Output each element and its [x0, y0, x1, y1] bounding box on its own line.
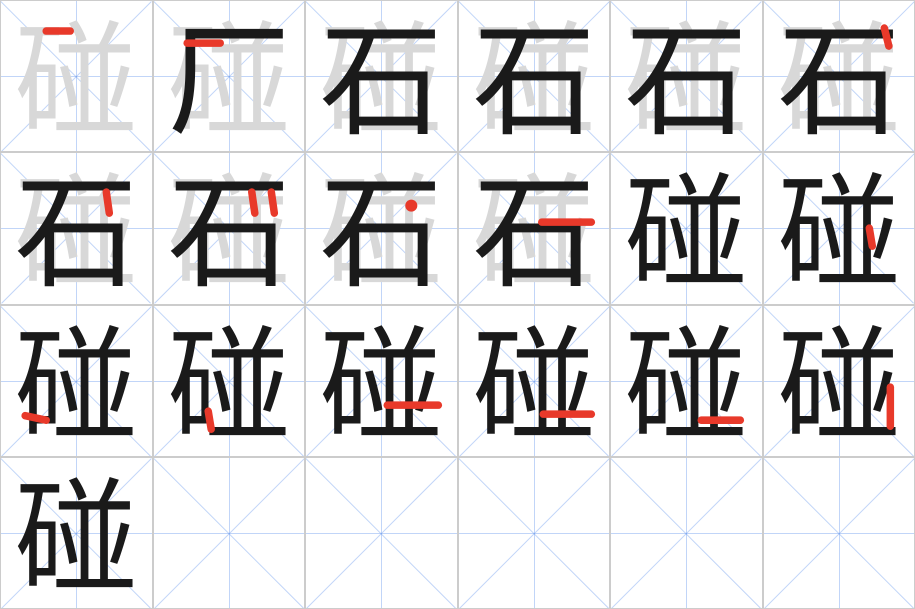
- stroke-svg-9: 碰石: [306, 153, 457, 303]
- cell-21: [305, 457, 458, 609]
- svg-text:碰: 碰: [472, 319, 595, 456]
- stroke-svg-8: 碰石: [154, 153, 305, 303]
- cell-10: 碰石: [458, 152, 611, 304]
- cell-17: 碰: [610, 305, 763, 457]
- cell-20: [153, 457, 306, 609]
- stroke-order-grid: 碰 碰厂 碰石 碰石 碰石 碰石 碰石 碰石 碰石 碰石 碰 碰 碰 碰 碰 碰…: [0, 0, 915, 609]
- stroke-svg-14: 碰: [154, 306, 305, 456]
- cell-23: [610, 457, 763, 609]
- cell-6: 碰石: [763, 0, 915, 152]
- cell-16: 碰: [458, 305, 611, 457]
- cell-1: 碰: [0, 0, 153, 152]
- cell-24: [763, 457, 915, 609]
- stroke-svg-10: 碰石: [459, 153, 610, 303]
- cell-11: 碰: [610, 152, 763, 304]
- cell-3: 碰石: [305, 0, 458, 152]
- svg-text:石: 石: [167, 166, 290, 303]
- svg-text:碰: 碰: [167, 319, 290, 456]
- stroke-svg-2: 碰厂: [154, 1, 305, 151]
- svg-text:碰: 碰: [15, 14, 138, 151]
- cell-8: 碰石: [153, 152, 306, 304]
- svg-text:石: 石: [15, 166, 138, 303]
- stroke-svg-16: 碰: [459, 306, 610, 456]
- cell-14: 碰: [153, 305, 306, 457]
- svg-text:石: 石: [472, 14, 595, 151]
- stroke-svg-7: 碰石: [1, 153, 152, 303]
- stroke-svg-6: 碰石: [764, 1, 915, 151]
- cell-19: 碰: [0, 457, 153, 609]
- stroke-svg-17: 碰: [611, 306, 762, 456]
- svg-text:碰: 碰: [15, 471, 138, 608]
- svg-text:碰: 碰: [777, 319, 900, 456]
- stroke-svg-15: 碰: [306, 306, 457, 456]
- svg-text:厂: 厂: [167, 14, 290, 151]
- cell-18: 碰: [763, 305, 915, 457]
- stroke-svg-5: 碰石: [611, 1, 762, 151]
- cell-9: 碰石: [305, 152, 458, 304]
- svg-text:石: 石: [625, 14, 748, 151]
- cell-2: 碰厂: [153, 0, 306, 152]
- cell-22: [458, 457, 611, 609]
- cell-12: 碰: [763, 152, 915, 304]
- svg-text:碰: 碰: [777, 166, 900, 303]
- cell-13: 碰: [0, 305, 153, 457]
- cell-7: 碰石: [0, 152, 153, 304]
- svg-text:碰: 碰: [15, 319, 138, 456]
- stroke-svg-3: 碰石: [306, 1, 457, 151]
- svg-text:石: 石: [472, 166, 595, 303]
- svg-text:石: 石: [320, 166, 443, 303]
- cell-15: 碰: [305, 305, 458, 457]
- stroke-svg-12: 碰: [764, 153, 915, 303]
- stroke-svg-19: 碰: [1, 458, 152, 608]
- svg-text:石: 石: [320, 14, 443, 151]
- stroke-svg-18: 碰: [764, 306, 915, 456]
- cell-5: 碰石: [610, 0, 763, 152]
- cell-4: 碰石: [458, 0, 611, 152]
- svg-text:碰: 碰: [625, 319, 748, 456]
- stroke-svg-11: 碰: [611, 153, 762, 303]
- stroke-svg-13: 碰: [1, 306, 152, 456]
- svg-text:碰: 碰: [320, 319, 443, 456]
- svg-text:碰: 碰: [625, 166, 748, 303]
- stroke-svg-1: 碰: [1, 1, 152, 151]
- stroke-svg-4: 碰石: [459, 1, 610, 151]
